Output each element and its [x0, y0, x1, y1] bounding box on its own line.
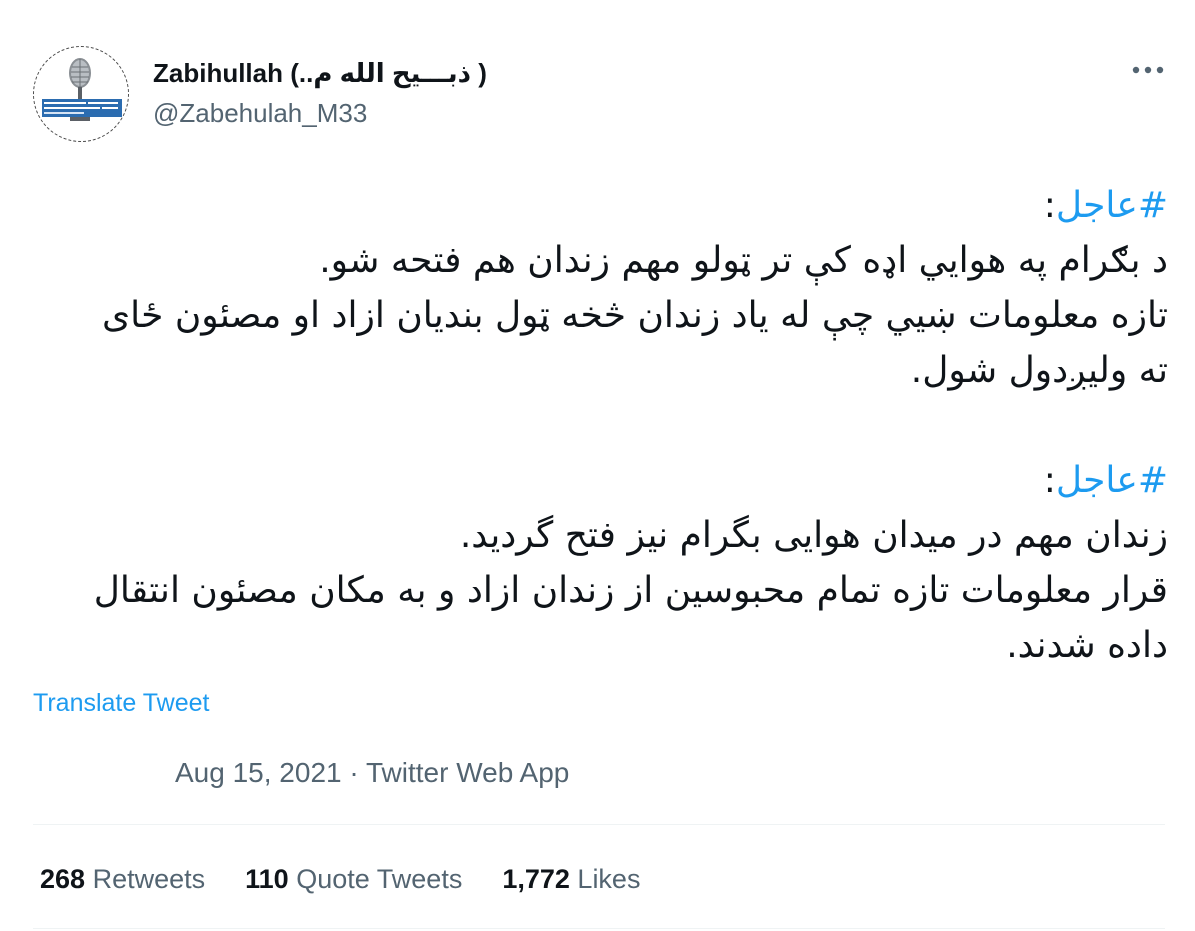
tweet-stats: 268 Retweets 110 Quote Tweets 1,772 Like… [40, 862, 680, 896]
tweet-meta: Aug 15, 2021 · Twitter Web App [175, 756, 569, 790]
hashtag-colon: : [1043, 460, 1056, 501]
divider [33, 928, 1165, 929]
author-handle[interactable]: @Zabehulah_M33 [153, 97, 367, 129]
author-avatar[interactable] [33, 46, 129, 142]
tweet-line: قرار معلومات تازه تمام محبوسین از زندان … [93, 570, 1168, 611]
more-options-button[interactable] [1125, 58, 1171, 90]
quote-tweets-label: Quote Tweets [296, 864, 463, 894]
more-options-icon [1132, 66, 1164, 74]
tweet-line: ته وليږدول شول. [910, 350, 1168, 391]
tweet-source[interactable]: Twitter Web App [366, 757, 569, 788]
retweets-stat[interactable]: 268 Retweets [40, 862, 205, 896]
microphone-icon [42, 58, 122, 121]
divider [33, 824, 1165, 825]
likes-count: 1,772 [502, 864, 570, 894]
tweet-page: Zabihullah (..ذبـــیح الله م ) @Zabehula… [0, 0, 1195, 931]
quote-tweets-count: 110 [245, 864, 289, 894]
tweet-line: د بګرام په هوايي اډه کې تر ټولو مهم زندا… [319, 240, 1168, 281]
tweet-date[interactable]: Aug 15, 2021 [175, 757, 342, 788]
quote-tweets-stat[interactable]: 110 Quote Tweets [245, 862, 462, 896]
hashtag-link[interactable]: #عاجل [1056, 185, 1168, 226]
hashtag-line: #عاجل: [40, 453, 1168, 508]
hashtag-link[interactable]: #عاجل [1056, 460, 1168, 501]
hashtag-line: #عاجل: [40, 178, 1168, 233]
tweet-line: زندان مهم در میدان هوایی بگرام نیز فتح گ… [459, 515, 1168, 556]
likes-stat[interactable]: 1,772 Likes [502, 862, 640, 896]
tweet-text: #عاجل: د بګرام په هوايي اډه کې تر ټولو م… [40, 178, 1168, 673]
author-name[interactable]: Zabihullah (..ذبـــیح الله م ) [153, 57, 487, 89]
tweet-line: تازه معلومات ښيي چې له ياد زندان څخه ټول… [101, 295, 1168, 336]
hashtag-colon: : [1043, 185, 1056, 226]
retweets-count: 268 [40, 864, 86, 894]
meta-separator: · [341, 757, 366, 788]
tweet-line: داده شدند. [1006, 625, 1168, 666]
retweets-label: Retweets [92, 864, 206, 894]
translate-tweet-link[interactable]: Translate Tweet [33, 688, 209, 718]
likes-label: Likes [577, 864, 641, 894]
